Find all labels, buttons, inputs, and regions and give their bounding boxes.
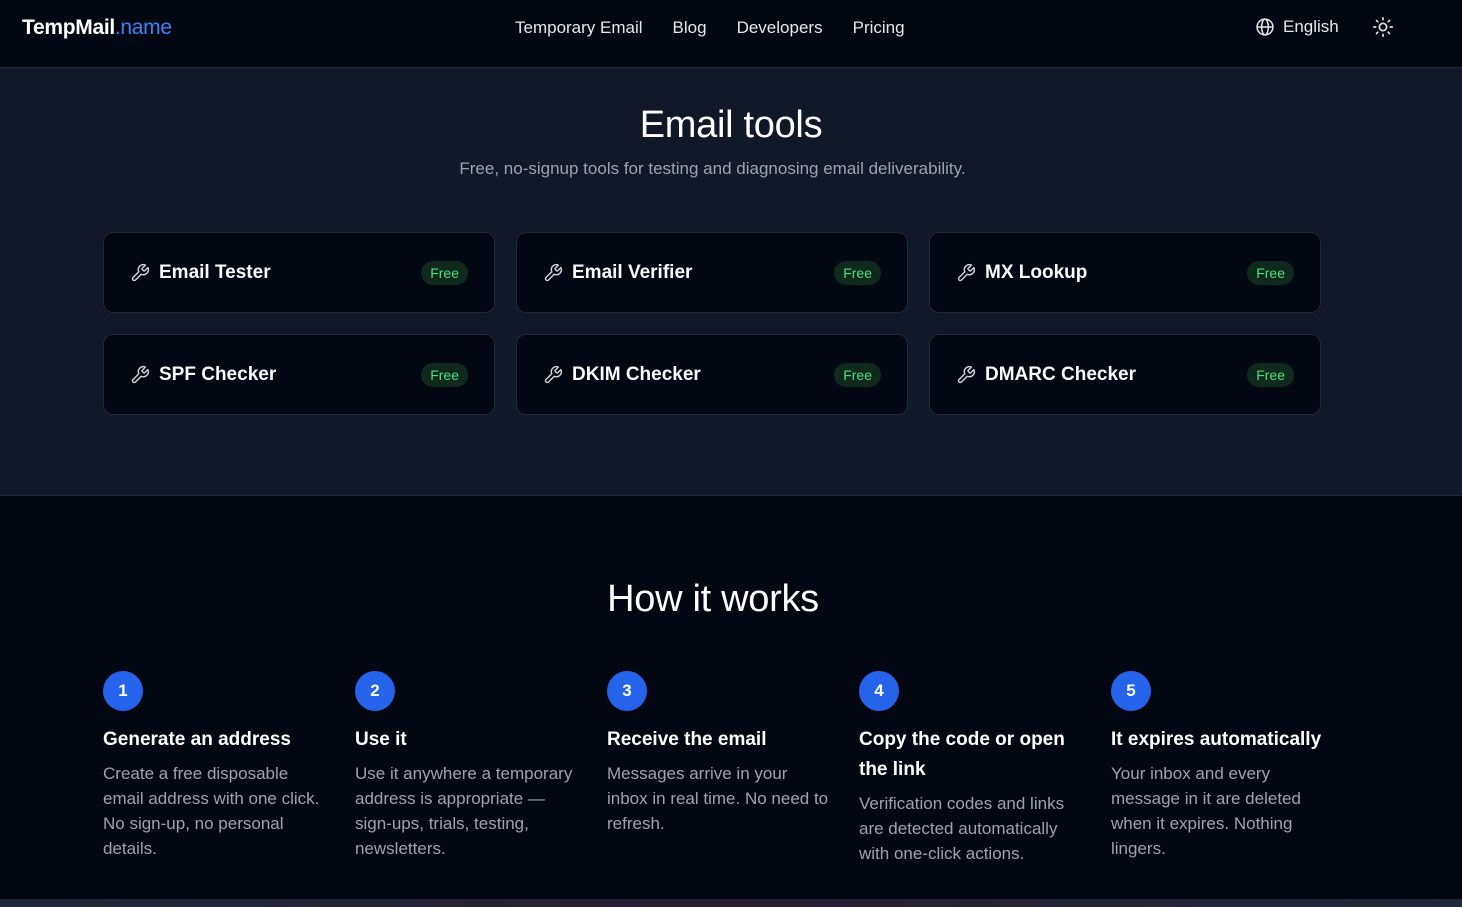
- tool-name: DMARC Checker: [985, 364, 1136, 385]
- page-bottom-edge: [0, 899, 1462, 907]
- tool-card-spf-checker[interactable]: SPF Checker Free: [103, 334, 495, 415]
- tool-card-dkim-checker[interactable]: DKIM Checker Free: [516, 334, 908, 415]
- sun-icon: [1373, 17, 1393, 37]
- step-description: Use it anywhere a temporary address is a…: [355, 764, 573, 858]
- step-1: 1 Generate an address Create a free disp…: [103, 671, 328, 861]
- language-selector[interactable]: English: [1255, 17, 1339, 37]
- theme-toggle-button[interactable]: [1372, 16, 1394, 38]
- step-3: 3 Receive the email Messages arrive in y…: [607, 671, 832, 836]
- step-number: 5: [1111, 671, 1151, 711]
- free-badge: Free: [834, 261, 881, 285]
- site-logo[interactable]: TempMail.name: [22, 16, 172, 40]
- wrench-icon: [131, 263, 150, 282]
- nav-temporary-email[interactable]: Temporary Email: [515, 18, 643, 38]
- tool-name: Email Tester: [159, 262, 271, 283]
- tool-card-email-tester[interactable]: Email Tester Free: [103, 232, 495, 313]
- step-2: 2 Use it Use it anywhere a temporary add…: [355, 671, 580, 861]
- step-title: Generate an address: [103, 729, 291, 750]
- free-badge: Free: [834, 363, 881, 387]
- main-nav: Temporary Email Blog Developers Pricing: [515, 18, 905, 38]
- language-label: English: [1283, 17, 1339, 36]
- tool-name: MX Lookup: [985, 262, 1088, 283]
- how-it-works-title: How it works: [607, 578, 819, 620]
- globe-icon: [1256, 18, 1274, 36]
- free-badge: Free: [1247, 261, 1294, 285]
- step-4: 4 Copy the code or open the link Verific…: [859, 671, 1084, 866]
- step-title: It expires automatically: [1111, 729, 1322, 750]
- tool-name: SPF Checker: [159, 364, 277, 385]
- step-description: Verification codes and links are detecte…: [859, 794, 1065, 863]
- tools-title: Email tools: [639, 104, 823, 146]
- step-description: Your inbox and every message in it are d…: [1111, 764, 1301, 858]
- tool-name: Email Verifier: [572, 262, 693, 283]
- step-number: 2: [355, 671, 395, 711]
- tool-card-mx-lookup[interactable]: MX Lookup Free: [929, 232, 1321, 313]
- wrench-icon: [131, 365, 150, 384]
- step-title: Copy the code or open the link: [859, 729, 1065, 780]
- step-number: 4: [859, 671, 899, 711]
- nav-developers[interactable]: Developers: [737, 18, 823, 38]
- step-number: 1: [103, 671, 143, 711]
- nav-pricing[interactable]: Pricing: [853, 18, 905, 38]
- step-title: Use it: [355, 729, 407, 750]
- step-title: Receive the email: [607, 729, 767, 750]
- step-description: Create a free disposable email address w…: [103, 764, 320, 858]
- logo-tld: .name: [114, 16, 172, 39]
- free-badge: Free: [421, 261, 468, 285]
- site-header: TempMail.name Temporary Email Blog Devel…: [0, 0, 1462, 68]
- tool-card-dmarc-checker[interactable]: DMARC Checker Free: [929, 334, 1321, 415]
- tools-subtitle: Free, no-signup tools for testing and di…: [459, 159, 966, 178]
- logo-brand: TempMail: [22, 16, 115, 39]
- step-description: Messages arrive in your inbox in real ti…: [607, 764, 829, 833]
- tool-name: DKIM Checker: [572, 364, 701, 385]
- free-badge: Free: [1247, 363, 1294, 387]
- wrench-icon: [544, 263, 563, 282]
- wrench-icon: [957, 263, 976, 282]
- wrench-icon: [957, 365, 976, 384]
- email-tools-section: Email tools Free, no-signup tools for te…: [0, 68, 1462, 496]
- step-5: 5 It expires automatically Your inbox an…: [1111, 671, 1341, 861]
- nav-blog[interactable]: Blog: [673, 18, 707, 38]
- step-number: 3: [607, 671, 647, 711]
- free-badge: Free: [421, 363, 468, 387]
- tool-card-email-verifier[interactable]: Email Verifier Free: [516, 232, 908, 313]
- wrench-icon: [544, 365, 563, 384]
